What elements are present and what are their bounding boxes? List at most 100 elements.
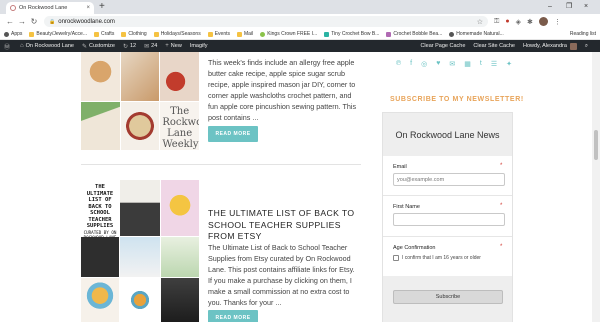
back-arrow-icon[interactable]: ← (4, 17, 16, 26)
instagram-icon[interactable]: ◎ (421, 60, 427, 68)
thumbnail-photo (81, 237, 119, 277)
site-favicon-icon (10, 5, 16, 11)
clear-site-cache-link[interactable]: Clear Site Cache (473, 43, 515, 49)
refresh-icon: ↻ (122, 43, 128, 50)
reading-list[interactable]: Reading list (570, 31, 596, 37)
post-thumbnail[interactable]: THE ULTIMATE LIST OF BACK TO SCHOOL TEAC… (81, 180, 199, 322)
site-favicon-icon (386, 31, 392, 37)
folder-icon (207, 31, 213, 37)
thumbnail-photo (120, 278, 160, 322)
tab-close-icon[interactable]: × (86, 5, 90, 11)
profile-avatar[interactable] (538, 17, 548, 26)
bookmark-folder[interactable]: Clothing (121, 31, 147, 37)
admin-imagify-link[interactable]: Imagify (190, 43, 208, 49)
site-favicon-icon (260, 31, 266, 37)
scrollbar-thumb[interactable] (594, 130, 598, 160)
subscribe-button[interactable]: Subscribe (393, 290, 503, 304)
twitter-icon[interactable]: ✦ (506, 60, 512, 68)
age-confirmation-label: Age Confirmation (393, 245, 436, 251)
thumbnail-photo (161, 278, 199, 322)
admin-customize-link[interactable]: ✎ Customize (82, 43, 115, 50)
site-favicon-icon (324, 31, 330, 37)
bookmark-link[interactable]: Kings Crown FREE I... (260, 31, 317, 37)
clear-page-cache-link[interactable]: Clear Page Cache (420, 43, 465, 49)
post-divider (81, 164, 361, 165)
social-icons: ℗ f ◎ ♥ ✉ ▦ t ☰ ✦ (396, 60, 512, 68)
admin-account-link[interactable]: Howdy, Alexandra (523, 42, 577, 50)
folder-icon (153, 31, 159, 37)
required-marker: * (500, 244, 503, 250)
bookmark-star-icon[interactable]: ☆ (477, 18, 483, 26)
age-confirm-checkbox[interactable] (393, 255, 399, 261)
email-label: Email (393, 164, 407, 170)
post-thumbnail[interactable]: The Rockwood Lane Weekly 8 (81, 52, 199, 150)
browser-tab[interactable]: On Rockwood Lane × (6, 2, 94, 14)
heart-icon[interactable]: ♥ (436, 60, 440, 68)
home-icon: ⌂ (20, 43, 24, 49)
pinterest-icon[interactable]: ℗ (396, 60, 401, 68)
admin-comments-link[interactable]: ✉ 24 (144, 43, 157, 50)
post-excerpt: The Ultimate List of Back to School Teac… (208, 243, 355, 307)
bookmark-folder[interactable]: Beauty/Jewelry/Acce... (29, 31, 87, 37)
url-text: onrockwoodlane.com (58, 18, 115, 25)
address-bar[interactable]: 🔒 onrockwoodlane.com ☆ (44, 16, 488, 27)
form-separator (383, 195, 512, 196)
bookmark-link[interactable]: Tiny Crochet Bow B... (324, 31, 379, 37)
post-title[interactable]: THE ULTIMATE LIST OF BACK TO SCHOOL TEAC… (208, 208, 360, 243)
wordpress-logo-icon[interactable]: Ⓦ (4, 42, 12, 51)
new-tab-button[interactable]: + (99, 1, 105, 13)
thumbnail-title-text: THE ULTIMATE LIST OF BACK TO SCHOOL TEAC… (81, 180, 119, 240)
admin-site-link[interactable]: ⌂ On Rockwood Lane (20, 43, 74, 49)
browser-menu-icon[interactable]: ⋮ (554, 18, 561, 26)
bookmark-link[interactable]: Homemade Natural... (449, 31, 504, 37)
page-content: The Rockwood Lane Weekly 8 This week's f… (0, 52, 600, 322)
age-confirmation-row[interactable]: I confirm that I am 16 years or older (393, 255, 481, 261)
close-window-button[interactable]: × (584, 1, 588, 13)
bookmark-folder[interactable]: Mail (237, 31, 253, 37)
page-scrollbar[interactable] (592, 52, 600, 322)
flipboard-icon[interactable]: ▦ (464, 60, 471, 68)
bookmark-folder[interactable]: Events (207, 31, 230, 37)
avatar (569, 42, 577, 50)
newsletter-form: On Rockwood Lane News Email * you@exampl… (382, 112, 513, 322)
browser-toolbar: ← → ↻ 🔒 onrockwoodlane.com ☆ ⚿ ● ◈ ✱ ⋮ (0, 14, 600, 29)
admin-search-icon[interactable]: ⌕ (585, 43, 588, 50)
thumbnail-photo (160, 52, 199, 101)
thumbnail-photo (120, 237, 160, 277)
admin-new-link[interactable]: + New (165, 43, 182, 49)
email-field[interactable]: you@example.com (393, 173, 505, 186)
maximize-window-button[interactable]: ❐ (566, 1, 572, 13)
folder-icon (237, 31, 243, 37)
apps-grid-icon (4, 31, 9, 37)
bookmark-link[interactable]: Crochet Bobble Bea... (386, 31, 442, 37)
forward-arrow-icon[interactable]: → (16, 17, 28, 26)
required-marker: * (500, 203, 503, 209)
rss-icon[interactable]: ☰ (491, 60, 497, 68)
puzzle-extensions-icon[interactable]: ✱ (527, 18, 533, 26)
tumblr-icon[interactable]: t (480, 60, 482, 68)
post-excerpt: This week's finds include an allergy fre… (208, 58, 357, 122)
thumbnail-photo (161, 237, 199, 277)
form-footer: Subscribe (383, 276, 512, 322)
admin-updates-link[interactable]: ↻ 12 (123, 43, 136, 50)
reload-icon[interactable]: ↻ (28, 17, 40, 26)
facebook-icon[interactable]: f (410, 60, 412, 68)
read-more-button[interactable]: READ MORE (208, 310, 258, 322)
thumbnail-photo (81, 101, 120, 150)
email-icon[interactable]: ✉ (449, 60, 455, 68)
key-icon[interactable]: ⚿ (494, 18, 499, 26)
pinterest-extension-icon[interactable]: ● (505, 18, 509, 25)
extension-icon[interactable]: ◈ (516, 18, 521, 26)
bookmark-folder[interactable]: Holidays/Seasons (153, 31, 201, 37)
first-name-field[interactable] (393, 213, 505, 226)
thumbnail-photo (120, 101, 160, 150)
bookmark-apps[interactable]: Apps (4, 31, 22, 37)
minimize-window-button[interactable]: – (548, 1, 552, 13)
site-favicon-icon (449, 31, 455, 37)
lock-icon[interactable]: 🔒 (49, 19, 55, 25)
required-marker: * (500, 163, 503, 169)
newsletter-heading: SUBSCRIBE TO MY NEWSLETTER! (390, 96, 524, 103)
bookmark-folder[interactable]: Crafts (93, 31, 114, 37)
read-more-button[interactable]: READ MORE (208, 126, 258, 142)
form-title: On Rockwood Lane News (383, 113, 512, 156)
